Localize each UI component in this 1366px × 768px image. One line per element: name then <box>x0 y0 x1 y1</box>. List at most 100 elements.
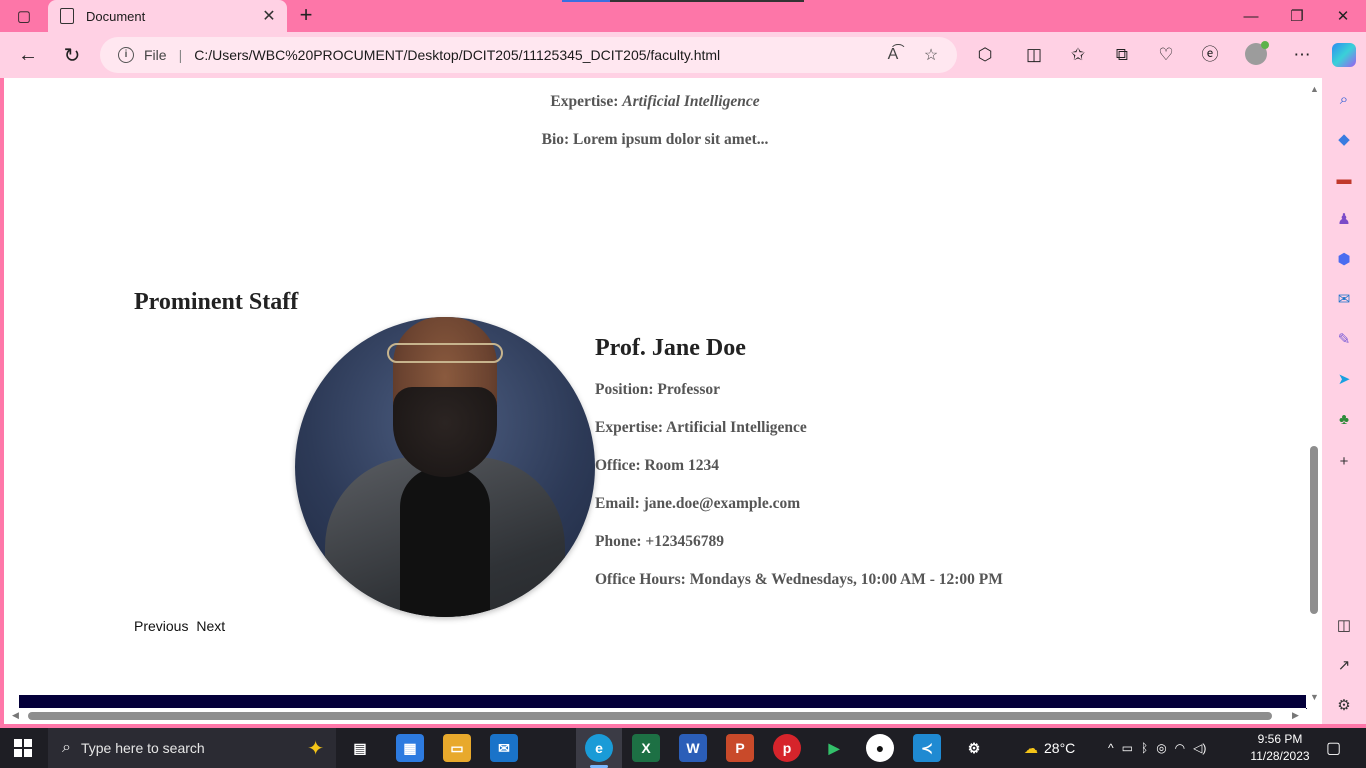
ie-mode-icon[interactable]: ⓔ <box>1198 44 1222 66</box>
profile-avatar[interactable] <box>1245 41 1269 65</box>
tray-chevron-icon[interactable]: ^ <box>1108 741 1114 755</box>
sidebar-search-icon[interactable]: ⌕ <box>1334 90 1354 110</box>
tab-document[interactable]: Document ✕ <box>48 0 287 32</box>
sidebar-settings-icon[interactable]: ⚙ <box>1334 696 1354 716</box>
taskbar: ⌕ Type here to search ✦ ▤ ▦ ▭ ✉ e X W P … <box>0 728 1366 768</box>
url-text[interactable]: C:/Users/WBC%20PROCUMENT/Desktop/DCIT205… <box>194 47 881 63</box>
refresh-button[interactable]: ↻ <box>57 40 87 70</box>
staff-office-hours: Office Hours: Mondays & Wednesdays, 10:0… <box>595 571 1003 588</box>
bluetooth-icon[interactable]: ᛒ <box>1141 741 1148 755</box>
task-view-icon[interactable]: ▤ <box>346 734 374 762</box>
sidebar-designer-icon[interactable]: ✎ <box>1334 330 1354 350</box>
extensions-icon[interactable]: ⬡ <box>973 44 997 66</box>
previous-button[interactable]: Previous <box>134 618 188 634</box>
sidebar-tools-icon[interactable]: ▬ <box>1334 170 1354 190</box>
close-tab-icon[interactable]: ✕ <box>261 6 277 26</box>
section-title: Prominent Staff <box>134 289 299 315</box>
clock-time: 9:56 PM <box>1257 732 1303 746</box>
next-button[interactable]: Next <box>196 618 225 634</box>
notifications-icon[interactable]: ▢ <box>1326 728 1341 768</box>
collections-icon[interactable]: ⧉ <box>1110 44 1134 66</box>
github-icon[interactable]: ● <box>866 734 894 762</box>
sidebar-games-icon[interactable]: ♟ <box>1334 210 1354 230</box>
top-expertise-value: Artificial Intelligence <box>622 93 760 110</box>
windows-start-icon[interactable] <box>14 739 32 757</box>
pinterest-icon[interactable]: p <box>773 734 801 762</box>
scroll-right-icon[interactable]: ▶ <box>1292 710 1299 721</box>
vertical-scroll-thumb[interactable] <box>1310 446 1318 614</box>
top-bio: Bio: Lorem ipsum dolor sit amet... <box>541 131 769 148</box>
title-bar: ▢ Document ✕ + — ❐ ✕ <box>0 0 1366 32</box>
camera-icon[interactable]: ◎ <box>1156 741 1166 755</box>
sidebar-hide-icon[interactable]: ◫ <box>1334 616 1354 636</box>
more-menu-icon[interactable]: ⋯ <box>1290 44 1314 66</box>
play-store-icon[interactable]: ▶ <box>820 734 848 762</box>
wifi-icon[interactable]: ◠ <box>1175 741 1185 755</box>
store-icon[interactable]: ▦ <box>396 734 424 762</box>
horizontal-scrollbar[interactable]: ◀ ▶ <box>4 708 1306 724</box>
scroll-left-icon[interactable]: ◀ <box>12 710 19 721</box>
favorite-star-icon[interactable]: ☆ <box>919 45 943 65</box>
staff-phone: Phone: +123456789 <box>595 533 724 550</box>
horizontal-scroll-thumb[interactable] <box>28 712 1272 720</box>
scroll-up-icon[interactable]: ▲ <box>1310 84 1319 94</box>
search-icon: ⌕ <box>62 739 71 756</box>
faculty-page: Expertise: Artificial Intelligence Bio: … <box>4 78 1307 709</box>
volume-icon[interactable]: ◁) <box>1193 741 1206 755</box>
mail-icon[interactable]: ✉ <box>490 734 518 762</box>
tab-title: Document <box>86 8 146 24</box>
top-expertise: Expertise: Artificial Intelligence <box>4 93 1306 111</box>
staff-expertise: Expertise: Artificial Intelligence <box>595 419 807 436</box>
vertical-scrollbar[interactable]: ▲ ▼ <box>1306 78 1322 708</box>
browser-essentials-icon[interactable]: ♡ <box>1154 44 1178 66</box>
powerpoint-icon[interactable]: P <box>726 734 754 762</box>
staff-email: Email: jane.doe@example.com <box>595 495 801 512</box>
excel-icon[interactable]: X <box>632 734 660 762</box>
pager: Previous Next <box>134 618 229 634</box>
word-icon[interactable]: W <box>679 734 707 762</box>
external-link-icon[interactable]: ↗ <box>1334 656 1354 676</box>
info-icon[interactable]: i <box>118 47 134 63</box>
staff-position: Position: Professor <box>595 381 720 398</box>
back-button[interactable]: ← <box>13 40 43 70</box>
favorites-icon[interactable]: ✩ <box>1066 44 1090 66</box>
staff-name: Prof. Jane Doe <box>595 335 746 361</box>
clock[interactable]: 9:56 PM 11/28/2023 <box>1244 731 1316 765</box>
copilot-icon[interactable] <box>1332 43 1356 67</box>
split-screen-icon[interactable]: ◫ <box>1022 44 1046 66</box>
scroll-down-icon[interactable]: ▼ <box>1310 692 1319 702</box>
weather-icon: ☁ <box>1024 739 1038 756</box>
settings-icon[interactable]: ⚙ <box>960 734 988 762</box>
sidebar-shopping-icon[interactable]: ◆ <box>1334 130 1354 150</box>
sidebar-outlook-icon[interactable]: ✉ <box>1334 290 1354 310</box>
page-viewport: Expertise: Artificial Intelligence Bio: … <box>4 78 1322 724</box>
clock-date: 11/28/2023 <box>1250 749 1310 763</box>
tab-actions-icon[interactable]: ▢ <box>10 6 38 26</box>
document-icon <box>60 8 74 24</box>
sidebar-tree-icon[interactable]: ♣ <box>1334 410 1354 430</box>
staff-info: Prof. Jane Doe Position: Professor Exper… <box>595 335 1003 609</box>
close-window-button[interactable]: ✕ <box>1320 0 1366 32</box>
edge-sidebar: ⌕ ◆ ▬ ♟ ⬢ ✉ ✎ ➤ ♣ + ◫ ↗ ⚙ <box>1322 78 1366 724</box>
url-scheme: File <box>144 47 167 63</box>
minimize-button[interactable]: — <box>1228 0 1274 32</box>
file-explorer-icon[interactable]: ▭ <box>443 734 471 762</box>
system-tray: ^ ▭ ᛒ ◎ ◠ ◁) <box>1108 728 1206 768</box>
edge-icon[interactable]: e <box>585 734 613 762</box>
weather-widget[interactable]: ☁ 28°C <box>1024 728 1075 768</box>
new-tab-button[interactable]: + <box>294 4 318 28</box>
sparkle-icon: ✦ <box>307 738 324 760</box>
sidebar-m365-icon[interactable]: ⬢ <box>1334 250 1354 270</box>
staff-office: Office: Room 1234 <box>595 457 719 474</box>
vscode-icon[interactable]: ≺ <box>913 734 941 762</box>
battery-icon[interactable]: ▭ <box>1122 741 1133 755</box>
sidebar-telegram-icon[interactable]: ➤ <box>1334 370 1354 390</box>
footer-bar <box>19 695 1307 709</box>
taskbar-search[interactable]: ⌕ Type here to search ✦ <box>48 728 336 768</box>
url-separator: | <box>178 47 183 63</box>
read-aloud-icon[interactable]: A͡ <box>881 46 905 64</box>
staff-photo <box>295 317 595 617</box>
restore-button[interactable]: ❐ <box>1274 0 1320 32</box>
address-bar[interactable]: i File | C:/Users/WBC%20PROCUMENT/Deskto… <box>100 37 957 73</box>
sidebar-add-icon[interactable]: + <box>1334 452 1354 472</box>
